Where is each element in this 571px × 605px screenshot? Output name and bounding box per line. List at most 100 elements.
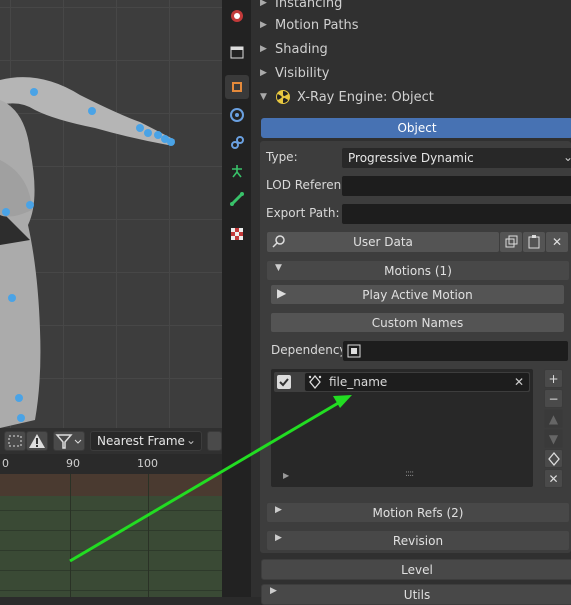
chevron-right-icon: ▶ — [260, 44, 267, 54]
tab-armature[interactable] — [225, 187, 249, 211]
collection-icon — [230, 46, 244, 59]
tab-texture[interactable] — [225, 222, 249, 246]
chevron-down-icon: ▼ — [275, 263, 282, 273]
tab-world[interactable] — [225, 4, 249, 28]
level-button[interactable]: Level — [261, 559, 571, 580]
tab-object[interactable] — [225, 75, 249, 99]
object-selector-icon — [347, 344, 361, 358]
tab-modifiers[interactable] — [225, 103, 249, 127]
user-data-label: User Data — [353, 235, 413, 249]
revision-subpanel-header[interactable]: ▶ Revision — [266, 530, 570, 551]
section-visibility[interactable]: ▶ Visibility — [251, 61, 571, 85]
user-data-button[interactable]: User Data — [266, 231, 500, 253]
tab-constraints[interactable] — [225, 131, 249, 155]
lod-reference-field[interactable] — [341, 175, 571, 197]
action-menu-button[interactable] — [544, 449, 563, 468]
type-select[interactable]: Progressive Dynamic ⌄ — [341, 147, 571, 169]
bone-icon — [230, 192, 244, 206]
section-motion-paths[interactable]: ▶ Motion Paths — [251, 13, 571, 37]
radiation-icon — [276, 90, 290, 104]
motion-enable-checkbox[interactable] — [277, 375, 291, 389]
type-value: Progressive Dynamic — [348, 151, 474, 165]
timeline-header: Nearest Frame ⌄ — [0, 428, 222, 454]
physics-icon — [230, 108, 244, 122]
constraint-icon — [231, 136, 244, 149]
section-xray-engine-object[interactable]: ▼ X-Ray Engine: Object — [251, 85, 571, 109]
dependency-field[interactable] — [342, 340, 569, 362]
move-down-button[interactable]: ▼ — [544, 429, 563, 448]
revision-label: Revision — [392, 533, 444, 548]
warning-icon[interactable] — [26, 431, 48, 451]
properties-editor[interactable]: ▶ Instancing ▶ Motion Paths ▶ Shading ▶ … — [251, 0, 571, 605]
custom-names-button[interactable]: Custom Names — [270, 312, 565, 333]
chevron-right-icon: ▶ — [275, 533, 282, 543]
tab-pose[interactable] — [225, 159, 249, 183]
chevron-down-icon: ⌄ — [185, 433, 196, 447]
paste-user-data-button[interactable] — [522, 231, 546, 253]
paste-icon — [528, 235, 540, 249]
section-label: X-Ray Engine: Object — [297, 89, 434, 105]
resize-handle-icon[interactable]: :::: — [405, 469, 414, 479]
close-icon[interactable]: ✕ — [514, 375, 524, 389]
play-icon: ▶ — [277, 286, 287, 300]
3d-viewport[interactable] — [0, 0, 222, 428]
interpolation-select[interactable]: Nearest Frame ⌄ — [90, 431, 202, 451]
minus-icon: − — [548, 391, 559, 406]
action-icon — [308, 374, 322, 390]
section-label: Instancing — [275, 0, 343, 11]
chevron-right-icon: ▶ — [260, 0, 267, 8]
level-label: Level — [401, 562, 433, 577]
chevron-down-icon: ▼ — [260, 92, 267, 102]
frame-ruler[interactable]: 0 90 100 — [0, 454, 222, 474]
close-icon: ✕ — [548, 471, 559, 486]
character-model — [0, 77, 175, 428]
section-shading[interactable]: ▶ Shading — [251, 37, 571, 61]
chevron-down-icon: ⌄ — [562, 150, 571, 164]
interpolation-value: Nearest Frame — [97, 434, 185, 448]
list-filter-toggle[interactable]: ▶ — [283, 471, 289, 480]
clear-user-data-button[interactable]: ✕ — [545, 231, 569, 253]
copy-user-data-button[interactable] — [499, 231, 523, 253]
motion-name-value: file_name — [329, 375, 388, 389]
utils-label: Utils — [403, 587, 431, 602]
motion-name-field[interactable]: file_name ✕ — [304, 372, 530, 392]
motions-list[interactable]: file_name ✕ ▶ :::: — [270, 368, 534, 488]
motions-subpanel-header[interactable]: ▼ Motions (1) — [266, 260, 570, 281]
timeline-editor[interactable]: Nearest Frame ⌄ 0 90 100 — [0, 428, 222, 597]
utils-subpanel-header[interactable]: ▶ Utils — [261, 584, 571, 605]
filter-icon[interactable] — [53, 431, 85, 451]
search-icon — [272, 235, 285, 248]
list-item[interactable]: file_name ✕ — [274, 372, 530, 392]
export-path-field[interactable] — [341, 203, 571, 225]
checkmark-icon — [279, 378, 289, 387]
object-tab-button[interactable]: Object — [261, 118, 571, 138]
object-tab-label: Object — [397, 121, 437, 135]
copy-icon — [505, 235, 518, 248]
chevron-down-icon: ▼ — [548, 431, 559, 446]
dependency-label: Dependency: — [271, 343, 350, 357]
section-label: Visibility — [275, 65, 330, 81]
ruler-tick: 100 — [137, 457, 158, 470]
motions-header-label: Motions (1) — [384, 263, 452, 278]
remove-motion-button[interactable]: − — [544, 389, 563, 408]
object-icon — [232, 82, 242, 92]
export-path-label: Export Path: — [266, 206, 340, 220]
world-icon — [231, 10, 243, 22]
chevron-right-icon: ▶ — [275, 505, 282, 515]
properties-tab-column — [222, 0, 251, 597]
type-label: Type: — [266, 150, 298, 164]
motion-refs-subpanel-header[interactable]: ▶ Motion Refs (2) — [266, 502, 570, 523]
tab-collection[interactable] — [225, 40, 249, 64]
record-icon[interactable] — [207, 431, 222, 451]
play-active-motion-button[interactable]: ▶ Play Active Motion — [270, 284, 565, 305]
snap-icon[interactable] — [4, 431, 26, 451]
add-motion-button[interactable]: + — [544, 369, 563, 388]
lod-reference-label: LOD Referen... — [266, 178, 353, 192]
plus-icon: + — [548, 371, 559, 386]
motion-refs-label: Motion Refs (2) — [372, 505, 464, 520]
clear-motions-button[interactable]: ✕ — [544, 469, 563, 488]
custom-names-label: Custom Names — [371, 315, 464, 330]
chevron-right-icon: ▶ — [260, 20, 267, 30]
move-up-button[interactable]: ▲ — [544, 409, 563, 428]
keyframe-tracks[interactable] — [0, 474, 222, 597]
